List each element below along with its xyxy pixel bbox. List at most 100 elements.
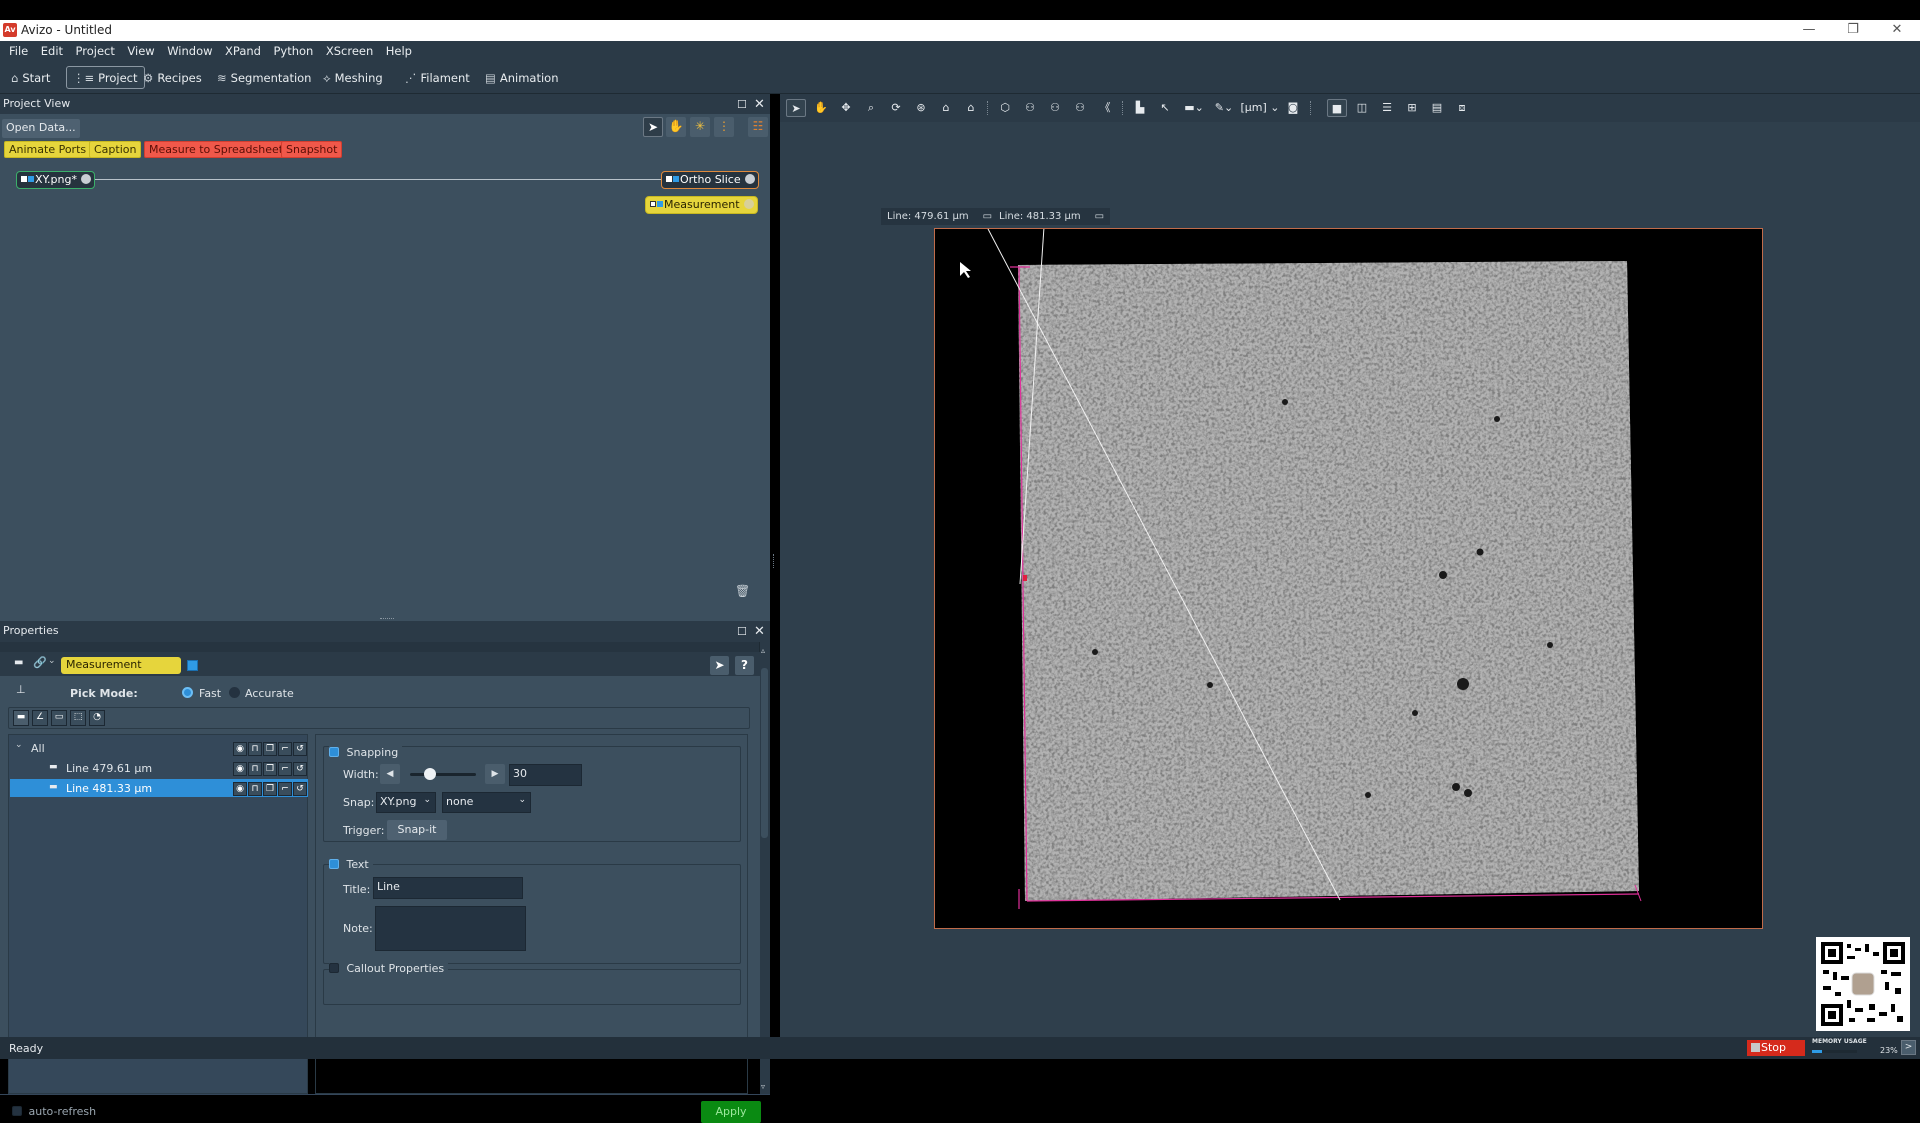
node-xy-png[interactable]: XY.png*: [16, 171, 95, 189]
eyedropper-icon[interactable]: ✎⌄: [1210, 99, 1238, 117]
stop-button[interactable]: Stop: [1747, 1040, 1805, 1056]
menu-help[interactable]: Help: [386, 41, 412, 58]
measure-ruler-icon[interactable]: ▬⌄: [1180, 99, 1208, 117]
copy-icon[interactable]: ❐: [263, 742, 277, 756]
layout-top-bottom-icon[interactable]: ▤: [1427, 99, 1447, 117]
console-icon[interactable]: >: [1901, 1040, 1916, 1055]
output-port-icon[interactable]: [80, 174, 91, 184]
menu-edit[interactable]: Edit: [41, 41, 63, 58]
splitter-handle[interactable]: [380, 618, 394, 620]
style-icon[interactable]: ⌐: [278, 742, 292, 756]
node-measurement[interactable]: Measurement: [645, 196, 758, 214]
close-window-button[interactable]: ✕: [1875, 20, 1919, 41]
note-textarea[interactable]: [375, 906, 526, 951]
float-panel-icon[interactable]: ☐: [737, 98, 747, 111]
workroom-recipes[interactable]: ⚙ Recipes: [136, 66, 209, 89]
scrollbar-thumb[interactable]: [761, 668, 768, 838]
width-slider-track[interactable]: [410, 773, 476, 776]
layout-quad-icon[interactable]: ⊞: [1402, 99, 1422, 117]
pick-mode-fast-radio[interactable]: [182, 687, 193, 698]
menu-xscreen[interactable]: XScreen: [326, 41, 373, 58]
layout-single-icon[interactable]: ■: [1327, 99, 1347, 117]
workroom-filament[interactable]: ⋰ Filament: [398, 66, 477, 89]
measure-tag-1[interactable]: Line: 479.61 µm ▭: [881, 208, 999, 225]
line-tool-icon[interactable]: ▬: [13, 710, 29, 726]
menu-python[interactable]: Python: [273, 41, 313, 58]
close-panel-icon[interactable]: ✕: [754, 624, 765, 639]
width-value-input[interactable]: 30: [509, 764, 582, 786]
tag-box-icon[interactable]: ▭: [1095, 211, 1104, 222]
width-increase-button[interactable]: ▶: [485, 764, 505, 784]
layout-two-columns-icon[interactable]: ◫: [1352, 99, 1372, 117]
connect-icon[interactable]: ✳: [690, 117, 710, 137]
copy-icon[interactable]: ❐: [263, 762, 277, 776]
snap-it-button[interactable]: Snap-it: [387, 820, 447, 840]
tree-item-label[interactable]: Line 479.61 µm: [66, 762, 152, 775]
pick-point-icon[interactable]: ↖: [1155, 99, 1175, 117]
width-decrease-button[interactable]: ◀: [380, 764, 400, 784]
snapshot-camera-icon[interactable]: ◙: [1283, 99, 1303, 117]
pick-mode-accurate-radio[interactable]: [229, 687, 240, 698]
circle-tool-icon[interactable]: ◔: [89, 710, 105, 726]
style-icon[interactable]: ⌐: [278, 782, 292, 796]
zoom-icon[interactable]: ⌕: [861, 99, 881, 117]
scroll-up-icon[interactable]: ▵: [761, 646, 765, 655]
splitter-handle[interactable]: [773, 554, 775, 568]
view-y-icon[interactable]: ⚇: [1045, 99, 1065, 117]
pin-icon[interactable]: ⊥: [16, 683, 26, 696]
box-tool-icon[interactable]: ⬚: [70, 710, 86, 726]
callout-checkbox[interactable]: [329, 963, 339, 973]
snap-icon[interactable]: ↺: [293, 782, 307, 796]
seek-icon[interactable]: ⊛: [911, 99, 931, 117]
annotation-tool-icon[interactable]: ▭: [51, 710, 67, 726]
eye-icon[interactable]: ◉: [233, 782, 247, 796]
home-view-icon[interactable]: ⌂: [936, 99, 956, 117]
image-viewport[interactable]: [934, 228, 1763, 929]
workroom-project[interactable]: ⋮≡ Project: [66, 66, 145, 89]
caption-button[interactable]: Caption: [89, 141, 142, 158]
title-input[interactable]: Line: [373, 877, 523, 899]
pick-pointer-icon[interactable]: ➤: [710, 656, 729, 675]
expand-chevron-icon[interactable]: ⌄: [15, 740, 23, 750]
lock-icon[interactable]: ⊓: [248, 762, 262, 776]
lock-icon[interactable]: ⊓: [248, 742, 262, 756]
menu-window[interactable]: Window: [167, 41, 212, 58]
scroll-down-icon[interactable]: ▿: [761, 1082, 765, 1091]
snapshot-button[interactable]: Snapshot: [281, 141, 343, 158]
menu-file[interactable]: File: [9, 41, 28, 58]
layout-two-rows-icon[interactable]: ☰: [1377, 99, 1397, 117]
menu-project[interactable]: Project: [76, 41, 115, 58]
translate-icon[interactable]: ✥: [836, 99, 856, 117]
auto-refresh-checkbox[interactable]: [12, 1106, 22, 1116]
close-panel-icon[interactable]: ✕: [754, 97, 765, 112]
unit-selector[interactable]: [µm] ⌄: [1240, 99, 1280, 117]
snap-source-select[interactable]: XY.png ⌄: [376, 792, 436, 813]
snap-mode-select[interactable]: none ⌄: [442, 792, 531, 813]
layout-options-icon[interactable]: ⧈: [1452, 99, 1472, 117]
module-color-swatch[interactable]: [187, 660, 198, 671]
menu-xpand[interactable]: XPand: [225, 41, 261, 58]
menu-view[interactable]: View: [127, 41, 154, 58]
hand-icon[interactable]: ✋: [666, 117, 686, 137]
output-port-icon[interactable]: [743, 199, 754, 209]
lock-icon[interactable]: ⊓: [248, 782, 262, 796]
animate-ports-button[interactable]: Animate Ports: [4, 141, 92, 158]
style-icon[interactable]: ⌐: [278, 762, 292, 776]
tag-box-icon[interactable]: ▭: [983, 211, 992, 222]
view-all-icon[interactable]: ⬡: [995, 99, 1015, 117]
pan-hand-icon[interactable]: ✋: [811, 99, 831, 117]
copy-icon[interactable]: ❐: [263, 782, 277, 796]
eye-icon[interactable]: ◉: [233, 742, 247, 756]
tree-item-label[interactable]: Line 481.33 µm: [66, 782, 152, 795]
float-panel-icon[interactable]: ☐: [737, 625, 747, 638]
set-home-icon[interactable]: ⌂: [961, 99, 981, 117]
tree-root-all[interactable]: All: [31, 742, 45, 755]
select-tool-icon[interactable]: ➤: [786, 99, 806, 117]
workroom-meshing[interactable]: ⟡ Meshing: [316, 66, 390, 89]
perspective-icon[interactable]: ▙: [1130, 99, 1150, 117]
workroom-animation[interactable]: ▤ Animation: [478, 66, 566, 89]
text-checkbox[interactable]: [329, 859, 339, 869]
restore-button[interactable]: ❐: [1831, 20, 1875, 41]
rotate-view-icon[interactable]: 《: [1095, 99, 1115, 117]
node-ortho-slice[interactable]: Ortho Slice: [661, 171, 759, 189]
